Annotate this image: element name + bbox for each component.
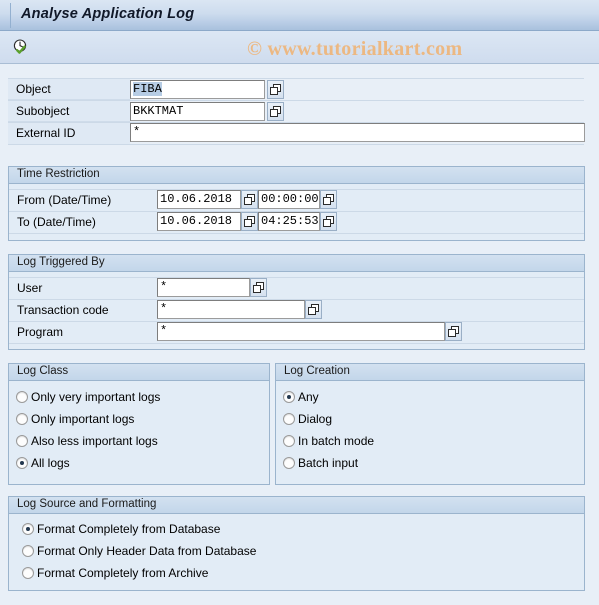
search-help-icon	[323, 194, 334, 205]
search-help-icon	[448, 326, 459, 337]
to-date-value: 10.06.2018	[160, 214, 233, 228]
to-date-input[interactable]: 10.06.2018	[157, 212, 241, 231]
from-date-time-label: From (Date/Time)	[17, 193, 112, 207]
program-search-help-button[interactable]	[445, 322, 462, 341]
log-triggered-by-header: Log Triggered By	[9, 255, 584, 272]
log-creation-option-dialog[interactable]: Dialog	[283, 412, 332, 426]
from-time-picker-button[interactable]	[320, 190, 337, 209]
search-help-icon	[253, 282, 264, 293]
log-source-option-completely-from-archive[interactable]: Format Completely from Archive	[22, 566, 208, 580]
to-date-picker-button[interactable]	[241, 212, 258, 231]
log-class-option-important[interactable]: Only important logs	[16, 412, 134, 426]
radio-indicator[interactable]	[16, 435, 28, 447]
program-input-value: *	[160, 324, 168, 338]
log-class-option-label: Only important logs	[31, 412, 135, 426]
log-creation-option-any[interactable]: Any	[283, 390, 319, 404]
search-help-icon	[270, 106, 281, 117]
log-class-option-very-important[interactable]: Only very important logs	[16, 390, 160, 404]
log-creation-option-label: Batch input	[298, 456, 359, 470]
transaction-code-input-value: *	[160, 302, 168, 316]
object-input-value: FIBA	[133, 82, 162, 96]
subobject-search-help-button[interactable]	[267, 102, 284, 121]
log-creation-option-label: Any	[298, 390, 319, 404]
transaction-code-label: Transaction code	[17, 303, 109, 317]
radio-indicator[interactable]	[283, 391, 295, 403]
log-source-option-label: Format Completely from Archive	[37, 566, 209, 580]
radio-indicator[interactable]	[22, 545, 34, 557]
program-input[interactable]: *	[157, 322, 445, 341]
to-time-value: 04:25:53	[261, 214, 319, 228]
radio-indicator[interactable]	[16, 413, 28, 425]
radio-indicator[interactable]	[22, 523, 34, 535]
log-class-option-label: Only very important logs	[31, 390, 161, 404]
search-help-icon	[323, 216, 334, 227]
page-title: Analyse Application Log	[21, 6, 195, 22]
subobject-input-value: BKKTMAT	[133, 104, 184, 118]
radio-indicator[interactable]	[283, 435, 295, 447]
search-help-icon	[308, 304, 319, 315]
log-source-formatting-header: Log Source and Formatting	[9, 497, 584, 514]
search-help-icon	[244, 216, 255, 227]
external-id-label: External ID	[8, 123, 130, 144]
program-label: Program	[17, 325, 64, 339]
radio-indicator[interactable]	[22, 567, 34, 579]
log-class-option-all-logs[interactable]: All logs	[16, 456, 70, 470]
time-restriction-header: Time Restriction	[9, 167, 584, 184]
watermark-text: © www.tutorialkart.com	[247, 38, 463, 60]
object-label: Object	[8, 79, 130, 100]
log-source-option-label: Format Completely from Database	[37, 522, 221, 536]
log-source-option-label: Format Only Header Data from Database	[37, 544, 257, 558]
radio-indicator[interactable]	[16, 391, 28, 403]
window-title-bar: Analyse Application Log	[0, 0, 599, 31]
field-divider	[9, 233, 584, 234]
external-id-input[interactable]: *	[130, 123, 585, 142]
log-creation-header: Log Creation	[276, 364, 584, 381]
from-time-input[interactable]: 00:00:00	[258, 190, 320, 209]
log-class-title: Log Class	[17, 365, 69, 377]
from-date-input[interactable]: 10.06.2018	[157, 190, 241, 209]
log-triggered-by-title: Log Triggered By	[17, 256, 105, 268]
subobject-label: Subobject	[8, 101, 130, 122]
log-source-formatting-title: Log Source and Formatting	[17, 498, 157, 510]
log-class-option-label: Also less important logs	[31, 434, 158, 448]
log-creation-title: Log Creation	[284, 365, 350, 377]
radio-indicator[interactable]	[283, 413, 295, 425]
clock-check-execute-icon	[13, 39, 26, 54]
log-source-option-only-header-data[interactable]: Format Only Header Data from Database	[22, 544, 256, 558]
log-class-option-less-important[interactable]: Also less important logs	[16, 434, 158, 448]
log-creation-option-label: In batch mode	[298, 434, 375, 448]
log-source-option-completely-from-database[interactable]: Format Completely from Database	[22, 522, 220, 536]
external-id-input-value: *	[133, 125, 141, 139]
radio-indicator[interactable]	[16, 457, 28, 469]
time-restriction-title: Time Restriction	[17, 168, 100, 180]
from-time-value: 00:00:00	[261, 192, 319, 206]
field-divider	[9, 343, 584, 344]
transaction-code-search-help-button[interactable]	[305, 300, 322, 319]
log-class-option-label: All logs	[31, 456, 70, 470]
log-creation-option-in-batch-mode[interactable]: In batch mode	[283, 434, 374, 448]
field-divider	[8, 144, 584, 145]
execute-button[interactable]	[8, 35, 33, 59]
to-time-input[interactable]: 04:25:53	[258, 212, 320, 231]
from-date-value: 10.06.2018	[160, 192, 233, 206]
log-class-header: Log Class	[9, 364, 269, 381]
object-search-help-button[interactable]	[267, 80, 284, 99]
user-input-value: *	[160, 280, 168, 294]
user-search-help-button[interactable]	[250, 278, 267, 297]
to-date-time-label: To (Date/Time)	[17, 215, 96, 229]
user-input[interactable]: *	[157, 278, 250, 297]
radio-indicator[interactable]	[283, 457, 295, 469]
from-date-picker-button[interactable]	[241, 190, 258, 209]
transaction-code-input[interactable]: *	[157, 300, 305, 319]
log-creation-option-batch-input[interactable]: Batch input	[283, 456, 358, 470]
search-help-icon	[270, 84, 281, 95]
object-input[interactable]: FIBA	[130, 80, 265, 99]
user-label: User	[17, 281, 43, 295]
search-help-icon	[244, 194, 255, 205]
subobject-input[interactable]: BKKTMAT	[130, 102, 265, 121]
log-creation-option-label: Dialog	[298, 412, 333, 426]
to-time-picker-button[interactable]	[320, 212, 337, 231]
